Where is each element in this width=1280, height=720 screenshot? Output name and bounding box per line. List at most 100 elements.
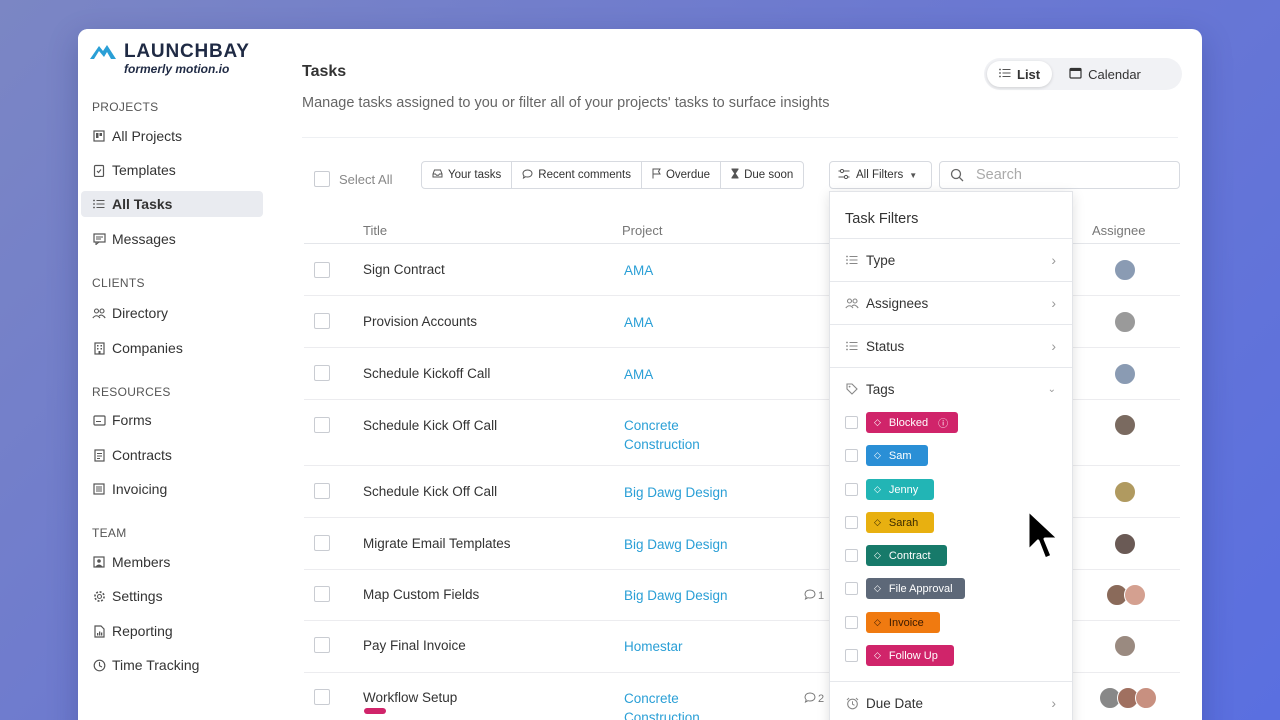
tag-checkbox[interactable]	[845, 483, 858, 496]
task-title[interactable]: Provision Accounts	[363, 314, 477, 329]
tag-option-invoice[interactable]: ◇ Invoice	[845, 612, 940, 633]
app-window: LAUNCHBAY formerly motion.io PROJECTS Al…	[78, 29, 1202, 720]
calendar-view-button[interactable]: Calendar	[1057, 61, 1153, 87]
assignee-avatars	[1106, 584, 1146, 606]
task-title[interactable]: Sign Contract	[363, 262, 445, 277]
task-project-link[interactable]: Big Dawg Design	[624, 586, 744, 605]
sidebar-item-invoicing[interactable]: Invoicing	[81, 476, 263, 502]
sidebar-item-label: Companies	[112, 340, 183, 356]
avatar[interactable]	[1114, 259, 1136, 281]
row-checkbox[interactable]	[314, 313, 330, 329]
task-title[interactable]: Pay Final Invoice	[363, 638, 466, 653]
filter-assignees[interactable]: Assignees ›	[830, 281, 1072, 324]
sidebar-item-label: Invoicing	[112, 481, 168, 497]
sidebar-item-settings[interactable]: Settings	[81, 583, 263, 609]
avatar[interactable]	[1124, 584, 1146, 606]
sidebar-item-label: Settings	[112, 588, 163, 604]
tag-option-sam[interactable]: ◇ Sam	[845, 445, 928, 466]
task-title[interactable]: Schedule Kick Off Call	[363, 484, 497, 499]
search-box[interactable]	[939, 161, 1180, 189]
tag-checkbox[interactable]	[845, 516, 858, 529]
sidebar-item-all-projects[interactable]: All Projects	[81, 123, 263, 149]
tag-checkbox[interactable]	[845, 549, 858, 562]
tag-option-jenny[interactable]: ◇ Jenny	[845, 479, 935, 500]
tag-option-contract[interactable]: ◇ Contract	[845, 545, 947, 566]
tag-icon: ◇	[874, 484, 881, 494]
comment-count[interactable]: 1	[804, 589, 824, 603]
sidebar-item-label: All Projects	[112, 128, 183, 144]
task-project-link[interactable]: AMA	[624, 313, 724, 332]
avatar[interactable]	[1114, 363, 1136, 385]
tag-option-sarah[interactable]: ◇ Sarah	[845, 512, 935, 533]
sidebar-item-companies[interactable]: Companies	[81, 335, 263, 361]
assignee-avatars	[1114, 311, 1136, 333]
filter-status[interactable]: Status ›	[830, 324, 1072, 367]
column-header-project[interactable]: Project	[622, 223, 662, 238]
sidebar-item-forms[interactable]: Forms	[81, 407, 263, 433]
task-project-link[interactable]: Concrete Construction	[624, 416, 724, 454]
select-all[interactable]: Select All	[314, 171, 392, 187]
due-soon-filter[interactable]: Due soon	[721, 162, 803, 188]
assignee-avatars	[1114, 533, 1136, 555]
filter-tags[interactable]: Tags ⌄	[830, 367, 1072, 410]
row-checkbox[interactable]	[314, 637, 330, 653]
task-project-link[interactable]: Concrete Construction	[624, 689, 724, 720]
filter-due-date[interactable]: Due Date ›	[830, 681, 1072, 720]
building-icon	[92, 341, 106, 355]
task-title[interactable]: Migrate Email Templates	[363, 536, 511, 551]
sidebar-item-all-tasks[interactable]: All Tasks	[81, 191, 263, 217]
sidebar-item-directory[interactable]: Directory	[81, 300, 263, 326]
chevron-right-icon: ›	[1051, 252, 1056, 268]
tag-checkbox[interactable]	[845, 416, 858, 429]
tag-option-file-approval[interactable]: ◇ File Approval	[845, 578, 965, 599]
row-checkbox[interactable]	[314, 535, 330, 551]
row-checkbox[interactable]	[314, 689, 330, 705]
tag-checkbox[interactable]	[845, 449, 858, 462]
task-project-link[interactable]: AMA	[624, 261, 724, 280]
avatar[interactable]	[1114, 635, 1136, 657]
avatar[interactable]	[1114, 533, 1136, 555]
info-icon[interactable]: ⓘ	[938, 415, 948, 430]
tag-option-blocked[interactable]: ◇ Blocked ⓘ	[845, 412, 959, 433]
overdue-filter[interactable]: Overdue	[642, 162, 722, 188]
comment-count[interactable]: 2	[804, 692, 824, 706]
row-checkbox[interactable]	[314, 483, 330, 499]
all-filters-button[interactable]: All Filters ▼	[829, 161, 932, 189]
sidebar-item-members[interactable]: Members	[81, 549, 263, 575]
select-all-checkbox[interactable]	[314, 171, 330, 187]
list-view-button[interactable]: List	[987, 61, 1053, 87]
search-input[interactable]	[976, 167, 1166, 183]
task-title[interactable]: Schedule Kick Off Call	[363, 418, 497, 433]
row-checkbox[interactable]	[314, 417, 330, 433]
avatar[interactable]	[1114, 311, 1136, 333]
task-project-link[interactable]: Big Dawg Design	[624, 483, 744, 502]
column-header-title[interactable]: Title	[363, 223, 387, 238]
tag-checkbox[interactable]	[845, 649, 858, 662]
filter-type[interactable]: Type ›	[830, 238, 1072, 281]
avatar[interactable]	[1135, 687, 1157, 709]
task-title[interactable]: Map Custom Fields	[363, 587, 479, 602]
tag-icon: ◇	[874, 450, 881, 460]
task-project-link[interactable]: AMA	[624, 365, 724, 384]
row-checkbox[interactable]	[314, 262, 330, 278]
page-title: Tasks	[302, 63, 347, 80]
column-header-assignee[interactable]: Assignee	[1092, 223, 1145, 238]
avatar[interactable]	[1114, 414, 1136, 436]
tag-checkbox[interactable]	[845, 582, 858, 595]
row-checkbox[interactable]	[314, 586, 330, 602]
task-title[interactable]: Schedule Kickoff Call	[363, 366, 490, 381]
avatar[interactable]	[1114, 481, 1136, 503]
task-project-link[interactable]: Big Dawg Design	[624, 535, 744, 554]
tag-checkbox[interactable]	[845, 616, 858, 629]
sidebar-item-reporting[interactable]: Reporting	[81, 618, 263, 644]
sidebar-item-templates[interactable]: Templates	[81, 157, 263, 183]
sidebar-item-messages[interactable]: Messages	[81, 226, 263, 252]
sidebar-item-time-tracking[interactable]: Time Tracking	[81, 652, 263, 678]
row-checkbox[interactable]	[314, 365, 330, 381]
sidebar-item-contracts[interactable]: Contracts	[81, 442, 263, 468]
your-tasks-filter[interactable]: Your tasks	[422, 162, 513, 188]
task-title[interactable]: Workflow Setup	[363, 690, 457, 705]
tag-option-follow-up[interactable]: ◇ Follow Up	[845, 645, 954, 666]
recent-comments-filter[interactable]: Recent comments	[512, 162, 642, 188]
task-project-link[interactable]: Homestar	[624, 637, 724, 656]
